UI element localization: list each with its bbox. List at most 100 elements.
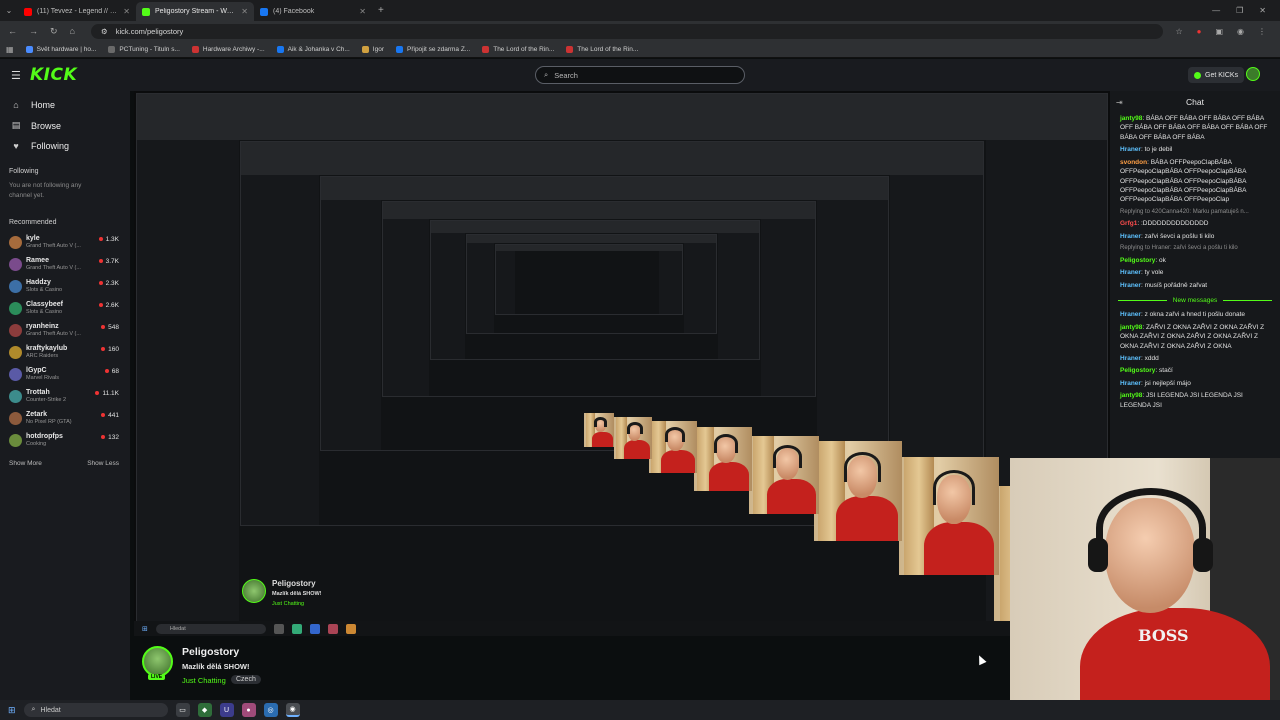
recommended-channel[interactable]: hotdropfps Cooking 132 [0, 430, 130, 452]
profile-icon[interactable]: ◉ [1237, 27, 1244, 36]
chat-message: Peligostory: stačí [1110, 365, 1280, 377]
chat-header: ⇥ Chat [1110, 91, 1280, 113]
app-icon[interactable]: ◆ [197, 703, 212, 717]
channel-avatar[interactable] [142, 646, 173, 677]
recommended-channel[interactable]: Classybeef Slots & Casino 2.6K [0, 298, 130, 320]
viewer-count: 3.7K [98, 258, 119, 265]
windows-start-icon[interactable]: ⊞ [8, 705, 16, 716]
chrome-icon[interactable]: ◉ [285, 703, 300, 717]
new-tab-icon[interactable]: + [372, 5, 390, 16]
search-input[interactable]: ⌕ Search [535, 66, 745, 84]
show-more-button[interactable]: Show More [9, 460, 42, 467]
recommended-channel[interactable]: Ramee Grand Theft Auto V (... 3.7K [0, 254, 130, 276]
bookmark-item[interactable]: The Lord of the Rin... [482, 45, 554, 53]
chat-username[interactable]: svondon [1120, 159, 1147, 166]
bookmark-star-icon[interactable]: ☆ [1175, 27, 1182, 36]
recommended-channel[interactable]: ryanheinz Grand Theft Auto V (... 548 [0, 320, 130, 342]
stream-info: LIVE Peligostory Mazlík dělá SHOW! Just … [134, 636, 1010, 700]
viewer-count-value: 548 [108, 323, 119, 331]
sidebar-item-following[interactable]: ♥ Following [0, 136, 130, 156]
home-browser-icon[interactable]: ⌂ [70, 26, 75, 36]
video-player[interactable]: Peligostory Mazlík dělá SHOW! Just Chatt… [134, 91, 1110, 636]
tab-close-icon[interactable]: ✕ [241, 7, 248, 16]
user-avatar[interactable] [1246, 67, 1260, 81]
chat-text: xddd [1144, 354, 1159, 362]
extension-icon[interactable]: ● [1197, 27, 1202, 36]
sidebar-nav: ⌂ Home ▤ Browse ♥ Following [0, 95, 130, 156]
kick-logo[interactable]: KICK [30, 65, 77, 85]
recommended-channel[interactable]: kyle Grand Theft Auto V (... 1.3K [0, 232, 130, 254]
taskbar-search[interactable]: ⌕ Hledat [23, 703, 168, 717]
bookmark-item[interactable]: Připojit se zdarma Z... [396, 45, 470, 53]
minimize-icon[interactable]: — [1212, 6, 1220, 15]
tab-close-icon[interactable]: ✕ [123, 7, 130, 16]
recommended-channel[interactable]: kraftykaylub ARC Raiders 160 [0, 342, 130, 364]
menu-dots-icon[interactable]: ⋮ [1258, 27, 1266, 36]
category-link[interactable]: Just Chatting [182, 676, 226, 685]
browser-tab[interactable]: (11) Tevvez - Legend // - YouTube ✕ [18, 2, 136, 21]
recommended-channel[interactable]: Zetark No Pixel RP (GTA) 441 [0, 408, 130, 430]
channel-name[interactable]: Peligostory [182, 646, 239, 658]
task-view-icon[interactable]: ▭ [175, 703, 190, 717]
app-icon[interactable]: ● [241, 703, 256, 717]
app-icon[interactable]: U [219, 703, 234, 717]
maximize-icon[interactable]: ❐ [1236, 6, 1243, 15]
bookmark-item[interactable]: Hardware Archiwy -... [191, 45, 265, 53]
chat-text: z okna zařvi a hned ti pošlu donate [1144, 311, 1246, 319]
extensions-icon[interactable]: ▣ [1215, 27, 1223, 36]
apps-icon[interactable]: ▦ [6, 45, 14, 54]
chat-username[interactable]: Peligostory [1120, 257, 1155, 264]
chat-username[interactable]: Peligostory [1120, 367, 1155, 374]
hamburger-menu-icon[interactable]: ☰ [11, 69, 21, 82]
chat-text: ty vole [1144, 269, 1164, 277]
tab-menu-icon[interactable]: ⌄ [0, 0, 18, 21]
chat-username[interactable]: Hraner [1120, 269, 1141, 276]
url-field[interactable]: ⚙ kick.com/peligostory [90, 23, 1164, 39]
show-less-button[interactable]: Show Less [87, 460, 119, 467]
chat-username[interactable]: janty98 [1120, 324, 1142, 331]
viewer-count-value: 11.1K [102, 389, 119, 397]
get-kicks-button[interactable]: Get KICKs [1188, 67, 1245, 83]
chat-message: janty98: BÁBA OFF BÁBA OFF BÁBA OFF BÁBA… [1110, 113, 1280, 144]
viewer-count-value: 2.3K [105, 279, 119, 287]
new-messages-divider[interactable]: New messages [1118, 297, 1272, 304]
bookmark-item[interactable]: The Lord of the Rin... [566, 45, 638, 53]
browser-tab[interactable]: Peligostory Stream - Watch Live ✕ [136, 2, 254, 21]
viewer-count: 548 [101, 324, 119, 331]
channel-category: Cooking [26, 440, 47, 447]
close-window-icon[interactable]: ✕ [1259, 6, 1266, 15]
bookmark-item[interactable]: Svět hardware | ho... [25, 45, 96, 53]
language-tag[interactable]: Czech [231, 675, 261, 684]
chat-username[interactable]: Grfg1 [1120, 220, 1137, 227]
browser-tab[interactable]: (4) Facebook ✕ [254, 2, 372, 21]
live-dot-icon [101, 435, 106, 439]
collapse-chat-icon[interactable]: ⇥ [1116, 98, 1123, 107]
chat-username[interactable]: janty98 [1120, 392, 1142, 399]
bookmark-item[interactable]: PCTuning - Tituln s... [108, 45, 180, 53]
toolbar-right: ☆ ● ▣ ◉ ⋮ [1175, 27, 1280, 36]
bookmark-item[interactable]: Aik & Johanka v Ch... [276, 45, 350, 53]
chat-username[interactable]: janty98 [1120, 115, 1142, 122]
reload-icon[interactable]: ↻ [50, 26, 58, 37]
recommended-channel[interactable]: Trottah Counter-Strike 2 11.1K [0, 386, 130, 408]
site-info-icon[interactable]: ⚙ [101, 27, 108, 36]
sidebar-item-browse[interactable]: ▤ Browse [0, 115, 130, 136]
chat-username[interactable]: Hraner [1120, 311, 1141, 318]
chat-username[interactable]: Hraner [1120, 282, 1141, 289]
chat-username[interactable]: Hraner [1120, 146, 1141, 153]
tab-close-icon[interactable]: ✕ [359, 7, 366, 16]
bookmark-item[interactable]: Igor [361, 45, 384, 53]
back-icon[interactable]: ← [8, 26, 17, 36]
chat-username[interactable]: Hraner [1120, 380, 1141, 387]
tab-title: (4) Facebook [273, 8, 315, 15]
recommended-channel[interactable]: lGypC Marvel Rivals 68 [0, 364, 130, 386]
live-dot-icon [101, 325, 106, 329]
chat-username[interactable]: Hraner [1120, 233, 1141, 240]
recommended-channel[interactable]: Haddzy Slots & Casino 2.3K [0, 276, 130, 298]
sidebar-item-home[interactable]: ⌂ Home [0, 95, 130, 115]
viewer-count: 1.3K [98, 236, 119, 243]
forward-icon[interactable]: → [29, 26, 38, 36]
channel-avatar [9, 411, 22, 425]
app-icon[interactable]: ◎ [263, 703, 278, 717]
chat-username[interactable]: Hraner [1120, 355, 1141, 362]
